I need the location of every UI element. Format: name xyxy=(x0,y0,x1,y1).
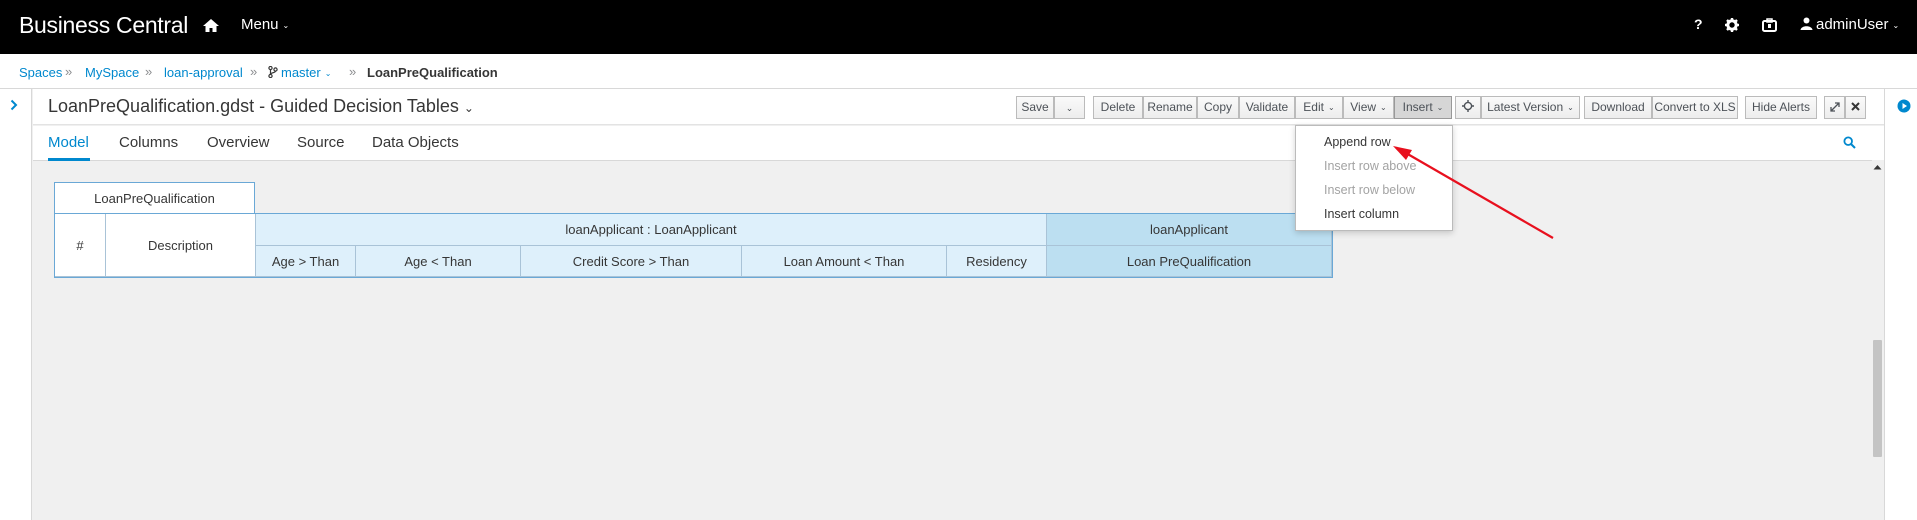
document-title-text: LoanPreQualification.gdst - Guided Decis… xyxy=(48,96,459,116)
action-column-header[interactable]: Loan PreQualification xyxy=(1047,246,1332,277)
breadcrumb-project[interactable]: loan-approval xyxy=(164,65,243,80)
gear-icon[interactable] xyxy=(1725,18,1739,32)
condition-column-header[interactable]: Loan Amount < Than xyxy=(742,246,947,277)
tab-data-objects[interactable]: Data Objects xyxy=(372,134,459,151)
editor-tabs: Model Columns Overview Source Data Objec… xyxy=(33,126,1884,161)
user-icon xyxy=(1800,17,1813,30)
delete-button[interactable]: Delete xyxy=(1093,96,1143,119)
action-pattern-header[interactable]: loanApplicant xyxy=(1047,214,1332,246)
convert-to-xls-button[interactable]: Convert to XLS xyxy=(1652,96,1738,119)
breadcrumb-separator: » xyxy=(250,64,258,79)
breadcrumb-current: LoanPreQualification xyxy=(367,65,498,80)
tasks-icon[interactable] xyxy=(1762,18,1777,32)
condition-column-header[interactable]: Age < Than xyxy=(356,246,521,277)
crosshair-icon xyxy=(1462,100,1474,112)
download-button[interactable]: Download xyxy=(1584,96,1652,119)
close-button[interactable] xyxy=(1845,96,1866,119)
save-button[interactable]: Save xyxy=(1016,96,1054,119)
edit-label: Edit xyxy=(1303,100,1324,114)
breadcrumb-spaces[interactable]: Spaces xyxy=(19,65,62,80)
tab-source[interactable]: Source xyxy=(297,134,345,151)
document-title[interactable]: LoanPreQualification.gdst - Guided Decis… xyxy=(48,96,474,117)
view-menu-button[interactable]: View ⌄ xyxy=(1343,96,1394,119)
row-number-header[interactable]: # xyxy=(55,214,106,277)
copy-button[interactable]: Copy xyxy=(1197,96,1239,119)
user-name: adminUser xyxy=(1816,16,1889,33)
latest-version-label: Latest Version xyxy=(1487,100,1564,114)
app-brand[interactable]: Business Central xyxy=(19,12,188,39)
table-header: # Description loanApplicant : LoanApplic… xyxy=(54,213,1333,278)
insert-label: Insert xyxy=(1402,100,1433,114)
user-menu-button[interactable]: adminUser ⌄ xyxy=(1800,16,1899,33)
tab-model[interactable]: Model xyxy=(48,134,89,151)
condition-column-header[interactable]: Residency xyxy=(947,246,1047,277)
chevron-down-icon: ⌄ xyxy=(1436,103,1444,112)
breadcrumb-branch[interactable]: master ⌄ xyxy=(268,65,331,80)
play-circle-icon[interactable] xyxy=(1897,99,1911,113)
right-panel-strip xyxy=(1884,89,1917,520)
chevron-down-icon: ⌄ xyxy=(463,101,474,115)
chevron-right-icon[interactable] xyxy=(9,99,19,111)
breadcrumb-separator: » xyxy=(65,64,73,79)
rename-button[interactable]: Rename xyxy=(1143,96,1197,119)
menu-label: Menu xyxy=(241,16,279,33)
chevron-down-icon: ⌄ xyxy=(1567,103,1574,112)
scroll-up-icon[interactable] xyxy=(1873,164,1882,170)
tab-overview[interactable]: Overview xyxy=(207,134,270,151)
description-header[interactable]: Description xyxy=(106,214,256,277)
chevron-down-icon: ⌄ xyxy=(1327,103,1335,112)
menu-item-append-row[interactable]: Append row xyxy=(1324,135,1391,149)
home-icon[interactable] xyxy=(201,16,221,36)
scrollbar-thumb[interactable] xyxy=(1873,340,1882,457)
top-navbar: Business Central Menu ⌄ ? adminUser ⌄ xyxy=(0,0,1917,54)
tab-columns[interactable]: Columns xyxy=(119,134,178,151)
insert-menu-button[interactable]: Insert ⌄ xyxy=(1394,96,1452,119)
view-label: View xyxy=(1350,100,1377,114)
help-icon[interactable]: ? xyxy=(1694,16,1703,32)
search-icon[interactable] xyxy=(1843,136,1856,149)
save-options-button[interactable]: ⌄ xyxy=(1054,96,1085,119)
breadcrumb-space[interactable]: MySpace xyxy=(85,65,139,80)
branch-icon xyxy=(268,65,278,79)
branch-label: master xyxy=(281,65,321,80)
active-tab-indicator xyxy=(48,158,90,161)
condition-pattern-header[interactable]: loanApplicant : LoanApplicant xyxy=(256,214,1047,246)
chevron-down-icon: ⌄ xyxy=(1065,103,1074,113)
edit-menu-button[interactable]: Edit ⌄ xyxy=(1295,96,1343,119)
chevron-down-icon: ⌄ xyxy=(282,21,290,30)
breadcrumb: Spaces » MySpace » loan-approval » maste… xyxy=(0,54,1917,89)
breadcrumb-separator: » xyxy=(145,64,153,79)
crosshair-button[interactable] xyxy=(1455,96,1481,119)
condition-column-header[interactable]: Age > Than xyxy=(256,246,356,277)
table-name-tab[interactable]: LoanPreQualification xyxy=(54,182,255,214)
chevron-down-icon: ⌄ xyxy=(1892,21,1900,30)
condition-column-header[interactable]: Credit Score > Than xyxy=(521,246,742,277)
annotation-arrow-icon xyxy=(1393,146,1554,239)
breadcrumb-separator: » xyxy=(349,64,357,79)
validate-button[interactable]: Validate xyxy=(1239,96,1295,119)
latest-version-button[interactable]: Latest Version ⌄ xyxy=(1481,96,1580,119)
menu-dropdown-button[interactable]: Menu ⌄ xyxy=(241,16,289,33)
chevron-down-icon: ⌄ xyxy=(324,69,332,78)
hide-alerts-button[interactable]: Hide Alerts xyxy=(1745,96,1817,119)
expand-icon xyxy=(1829,102,1840,112)
maximize-button[interactable] xyxy=(1824,96,1845,119)
chevron-down-icon: ⌄ xyxy=(1380,103,1387,112)
close-icon xyxy=(1851,102,1860,111)
left-panel-strip xyxy=(0,89,32,520)
